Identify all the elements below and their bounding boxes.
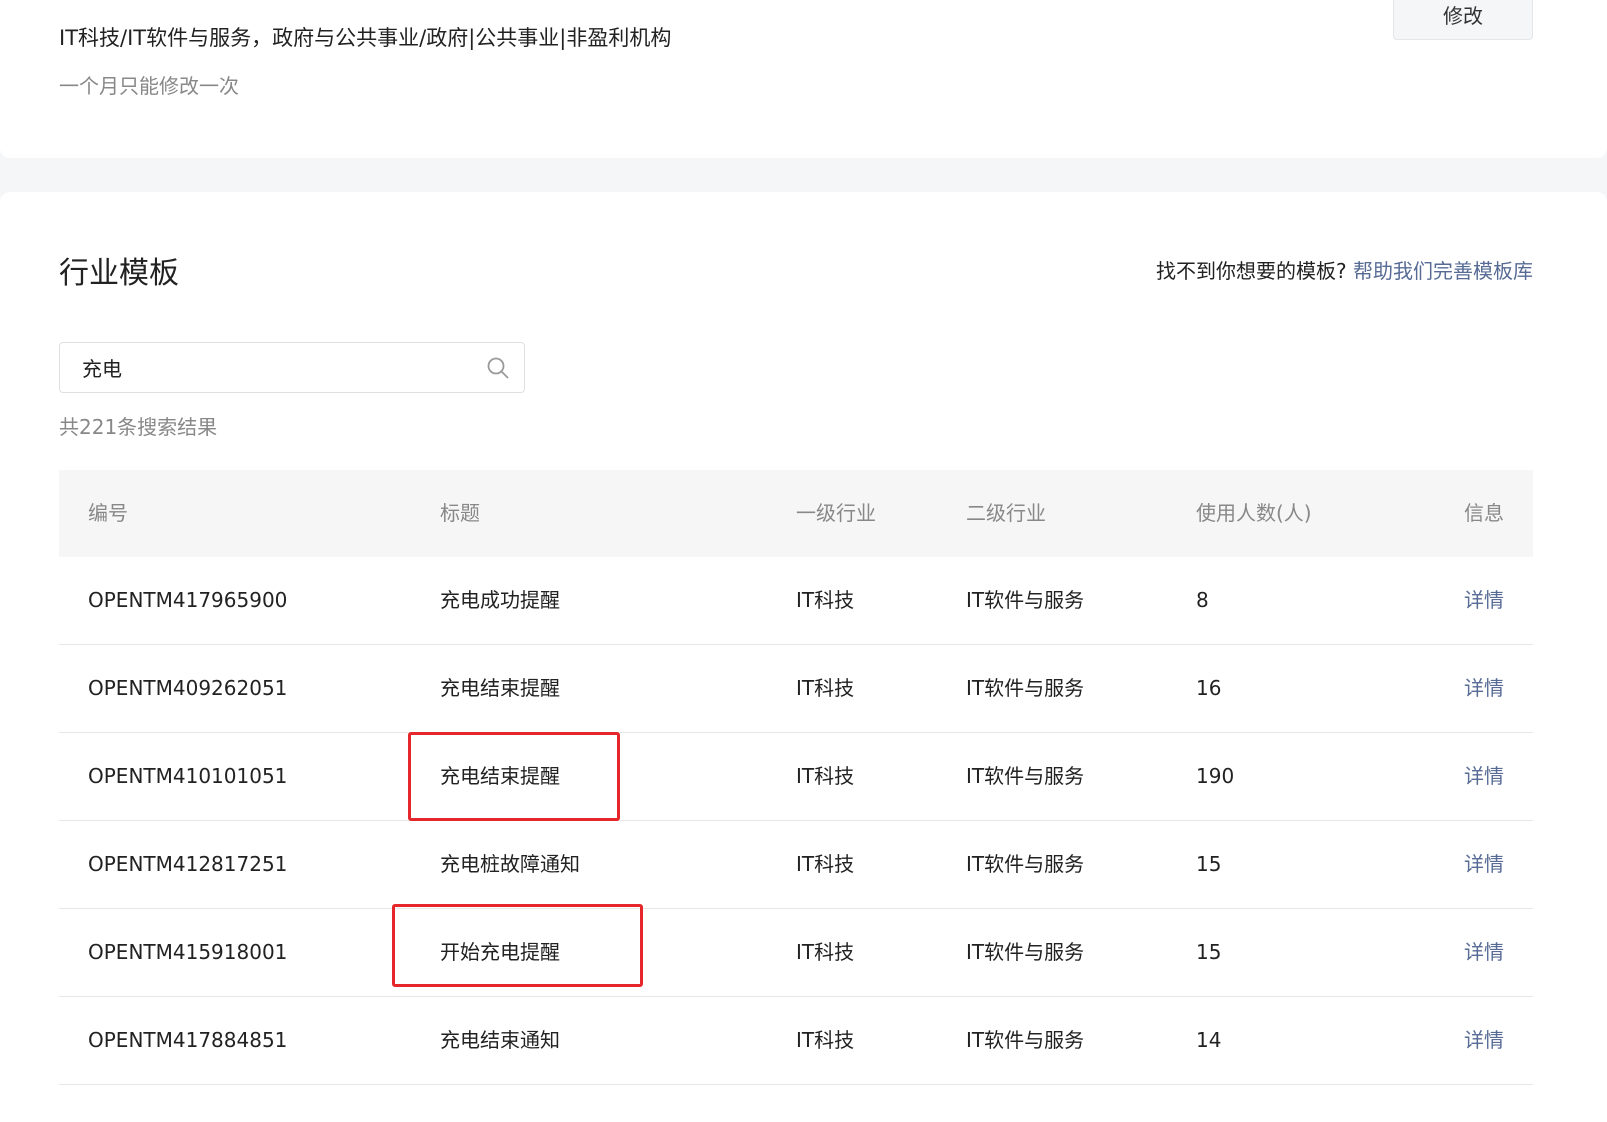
table-row: OPENTM417965900 充电成功提醒 IT科技 IT软件与服务 8 详情 [59, 557, 1533, 645]
user-count: 15 [1196, 940, 1222, 964]
modify-button[interactable]: 修改 [1393, 0, 1533, 40]
help-improve-library-link[interactable]: 帮助我们完善模板库 [1353, 259, 1533, 283]
industry-templates-panel: 行业模板 找不到你想要的模板? 帮助我们完善模板库 共221条搜索结果 编号 标… [0, 192, 1607, 1122]
template-title: 充电结束提醒 [440, 676, 560, 700]
level1-industry: IT科技 [796, 764, 855, 788]
column-header-level2-industry: 二级行业 [966, 501, 1046, 525]
template-table: 编号 标题 一级行业 二级行业 使用人数(人) 信息 OPENTM4179659… [59, 470, 1533, 1085]
level2-industry: IT软件与服务 [966, 852, 1085, 876]
help-question: 找不到你想要的模板? [1156, 259, 1347, 283]
detail-link[interactable]: 详情 [1464, 733, 1504, 820]
template-title: 充电桩故障通知 [440, 852, 580, 876]
search-result-count: 共221条搜索结果 [59, 415, 218, 439]
column-header-info: 信息 [1464, 501, 1504, 525]
detail-link[interactable]: 详情 [1464, 821, 1504, 908]
template-id: OPENTM412817251 [88, 852, 288, 876]
level2-industry: IT软件与服务 [966, 1028, 1085, 1052]
template-id: OPENTM417884851 [88, 1028, 288, 1052]
column-header-level1-industry: 一级行业 [796, 501, 876, 525]
table-header: 编号 标题 一级行业 二级行业 使用人数(人) 信息 [59, 470, 1533, 557]
industry-value: IT科技/IT软件与服务，政府与公共事业/政府|公共事业|非盈利机构 [59, 26, 672, 50]
template-id: OPENTM409262051 [88, 676, 288, 700]
help-prompt: 找不到你想要的模板? 帮助我们完善模板库 [1156, 255, 1533, 284]
level1-industry: IT科技 [796, 676, 855, 700]
column-header-id: 编号 [88, 501, 128, 525]
template-title: 充电结束提醒 [440, 764, 560, 788]
search-input[interactable] [82, 343, 462, 392]
template-title: 充电成功提醒 [440, 588, 560, 612]
user-count: 16 [1196, 676, 1222, 700]
user-count: 15 [1196, 852, 1222, 876]
table-row: OPENTM412817251 充电桩故障通知 IT科技 IT软件与服务 15 … [59, 821, 1533, 909]
level1-industry: IT科技 [796, 588, 855, 612]
search-box [59, 342, 525, 393]
detail-link[interactable]: 详情 [1464, 557, 1504, 644]
search-icon[interactable] [486, 356, 510, 380]
user-count: 8 [1196, 588, 1209, 612]
table-row: OPENTM409262051 充电结束提醒 IT科技 IT软件与服务 16 详… [59, 645, 1533, 733]
level2-industry: IT软件与服务 [966, 764, 1085, 788]
template-id: OPENTM417965900 [88, 588, 288, 612]
table-row: OPENTM410101051 充电结束提醒 IT科技 IT软件与服务 190 … [59, 732, 1533, 821]
level1-industry: IT科技 [796, 940, 855, 964]
page-title: 行业模板 [59, 256, 179, 291]
level1-industry: IT科技 [796, 852, 855, 876]
detail-link[interactable]: 详情 [1464, 909, 1504, 996]
level2-industry: IT软件与服务 [966, 940, 1085, 964]
template-id: OPENTM415918001 [88, 940, 288, 964]
column-header-title: 标题 [440, 501, 480, 525]
template-title: 充电结束通知 [440, 1028, 560, 1052]
user-count: 190 [1196, 764, 1235, 788]
template-id: OPENTM410101051 [88, 764, 288, 788]
level2-industry: IT软件与服务 [966, 676, 1085, 700]
table-row: OPENTM417884851 充电结束通知 IT科技 IT软件与服务 14 详… [59, 997, 1533, 1085]
detail-link[interactable]: 详情 [1464, 997, 1504, 1084]
industry-settings-card: IT科技/IT软件与服务，政府与公共事业/政府|公共事业|非盈利机构 一个月只能… [0, 0, 1607, 158]
level1-industry: IT科技 [796, 1028, 855, 1052]
table-row: OPENTM415918001 开始充电提醒 IT科技 IT软件与服务 15 详… [59, 904, 1533, 997]
modify-limit-note: 一个月只能修改一次 [59, 74, 239, 98]
template-title: 开始充电提醒 [440, 940, 560, 964]
detail-link[interactable]: 详情 [1464, 645, 1504, 732]
column-header-users: 使用人数(人) [1196, 501, 1312, 525]
level2-industry: IT软件与服务 [966, 588, 1085, 612]
user-count: 14 [1196, 1028, 1222, 1052]
